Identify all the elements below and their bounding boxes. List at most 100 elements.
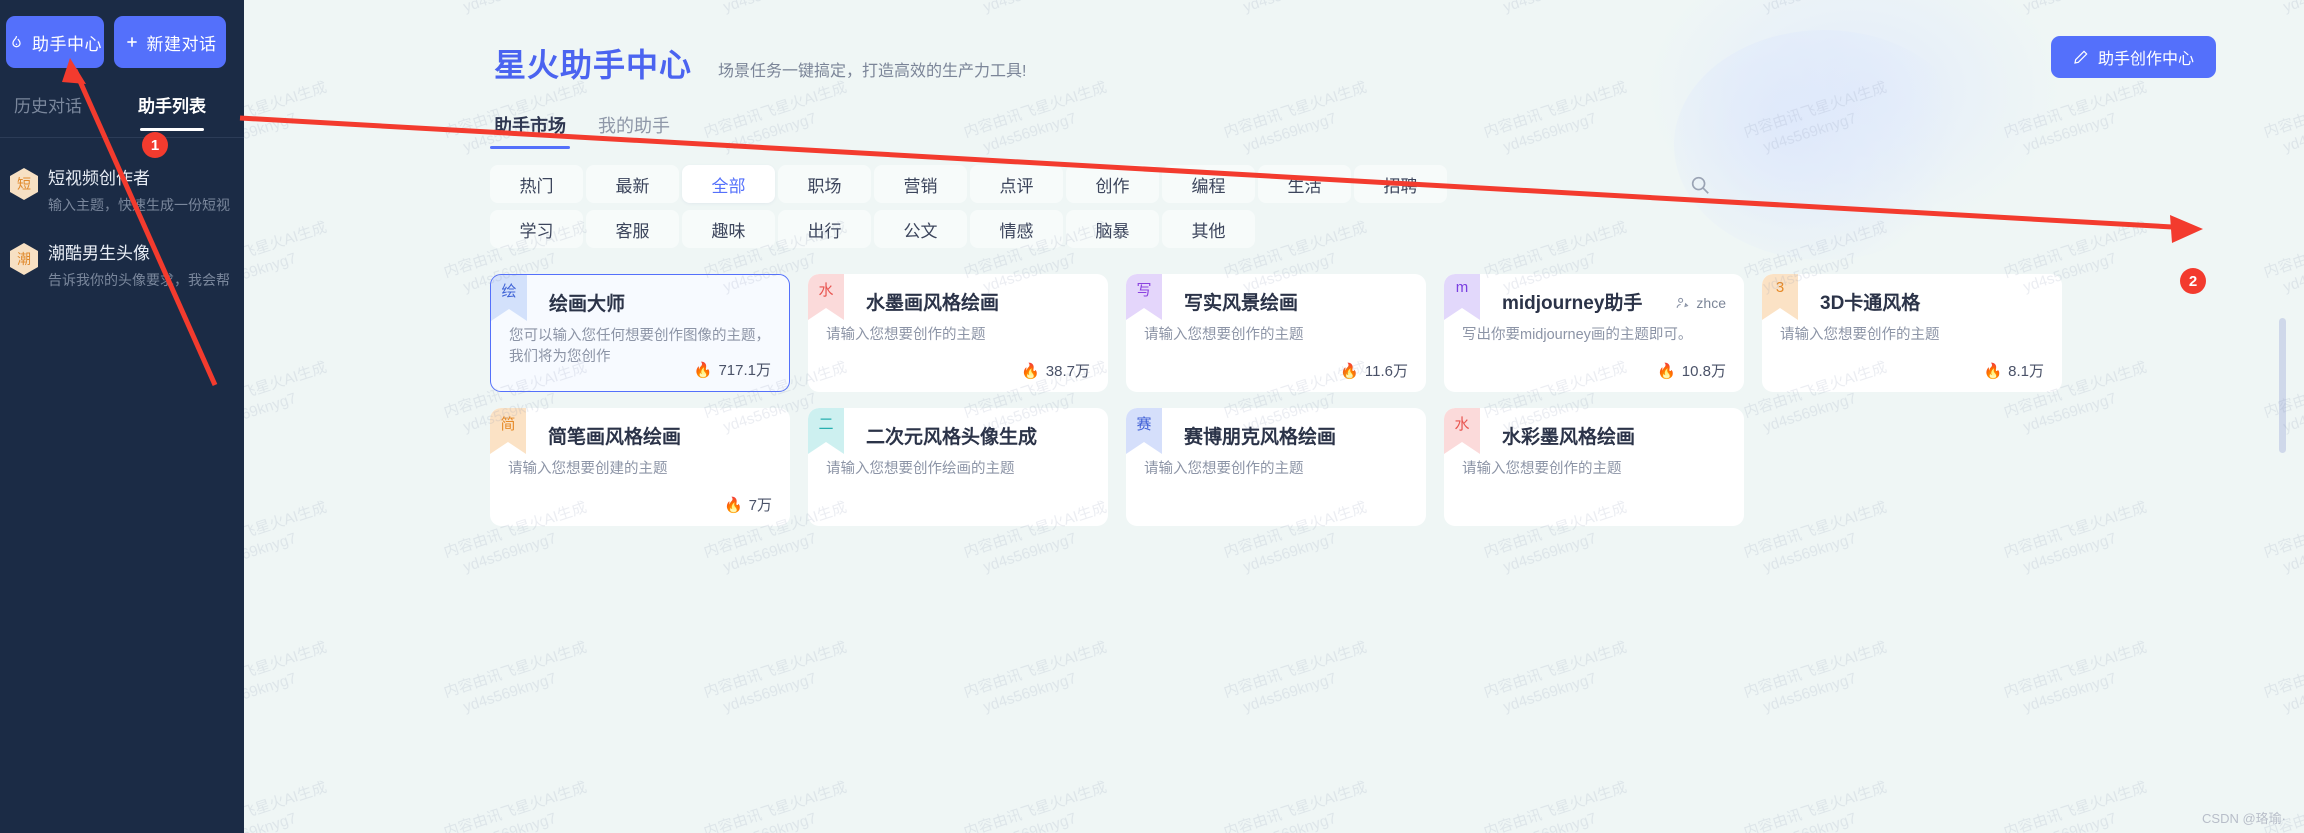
user-edit-icon (1677, 297, 1689, 308)
assistant-card[interactable]: 二 二次元风格头像生成 请输入您想要创作绘画的主题 (808, 408, 1108, 526)
assistant-card-grid: 绘绘画大师 您可以输入您任何想要创作图像的主题，我们将为您创作 🔥 717.1万水水墨… (490, 274, 2210, 526)
sidebar-item-text: 短视频创作者 输入主题，快速生成一份短视频脚本 (48, 164, 230, 215)
sidebar-item-desc: 输入主题，快速生成一份短视频脚本 (48, 197, 230, 213)
page-header: 星火助手中心 场景任务一键搞定，打造高效的生产力工具! 助手创作中心 (244, 0, 2304, 86)
watermark: 内容由讯飞星火AI生成yd4s569knyg7 (2261, 218, 2304, 296)
watermark: 内容由讯飞星火AI生成yd4s569knyg7 (1741, 638, 1889, 716)
card-hot-count: 🔥 7万 (724, 494, 772, 515)
watermark: 内容由讯飞星火AI生成yd4s569knyg7 (244, 778, 329, 833)
watermark: 内容由讯飞星火AI生成yd4s569knyg7 (441, 638, 589, 716)
assistant-card[interactable]: 赛 赛博朋克风格绘画 请输入您想要创作的主题 (1126, 408, 1426, 526)
category-chip-6[interactable]: 点评 (970, 165, 1063, 203)
category-chip-8[interactable]: 其他 (1162, 210, 1255, 248)
category-chip-3[interactable]: 全部 (682, 165, 775, 203)
category-chip-2[interactable]: 客服 (586, 210, 679, 248)
annotation-badge-1: 1 (142, 132, 168, 158)
sidebar-tab-history[interactable]: 历史对话 (14, 92, 82, 131)
assistant-creation-center-button[interactable]: 助手创作中心 (2050, 36, 2216, 78)
create-button-label: 助手创作中心 (2097, 51, 2194, 68)
card-hot-value: 7万 (748, 497, 772, 514)
category-chip-8[interactable]: 编程 (1162, 165, 1255, 203)
watermark: 内容由讯飞星火AI生成yd4s569knyg7 (244, 638, 329, 716)
card-badge-icon: m (1444, 274, 1480, 320)
card-badge-icon: 赛 (1126, 408, 1162, 454)
sidebar-list-item[interactable]: 短 短视频创作者 输入主题，快速生成一份短视频脚本 (0, 152, 244, 227)
card-hot-count: 🔥 8.1万 (1983, 360, 2044, 381)
category-chip-5[interactable]: 营销 (874, 165, 967, 203)
assistant-card[interactable]: 绘绘画大师 您可以输入您任何想要创作图像的主题，我们将为您创作 🔥 717.1万 (490, 274, 790, 392)
category-chip-4[interactable]: 出行 (778, 210, 871, 248)
app-root: 助手中心 新建对话 历史对话 助手列表 短 短视频创作者 输入主题，快速生成一份… (0, 0, 2304, 833)
category-chip-1[interactable]: 学习 (490, 210, 583, 248)
card-hot-value: 717.1万 (718, 362, 771, 379)
watermark: 内容由讯飞星火AI生成yd4s569knyg7 (2261, 638, 2304, 716)
category-chip-10[interactable]: 招聘 (1354, 165, 1447, 203)
watermark: 内容由讯飞星火AI生成yd4s569knyg7 (2001, 638, 2149, 716)
sidebar-item-title: 潮酷男生头像 (48, 244, 150, 263)
card-hot-count: 🔥 717.1万 (694, 359, 771, 380)
market-tabs: 助手市场 我的助手 (490, 112, 2304, 149)
flame-icon: 🔥 (1657, 362, 1676, 380)
watermark: 内容由讯飞星火AI生成yd4s569knyg7 (244, 78, 329, 156)
category-chip-5[interactable]: 公文 (874, 210, 967, 248)
flame-icon (8, 34, 25, 51)
assistant-center-label: 助手中心 (32, 34, 102, 54)
sidebar-tabs: 历史对话 助手列表 (0, 68, 244, 131)
assistant-card[interactable]: 水 水彩墨风格绘画 请输入您想要创作的主题 (1444, 408, 1744, 526)
assistant-card[interactable]: 写 写实风景绘画 请输入您想要创作的主题 🔥 11.6万 (1126, 274, 1426, 392)
pencil-icon (2073, 49, 2089, 65)
category-chip-7[interactable]: 创作 (1066, 165, 1159, 203)
watermark: 内容由讯飞星火AI生成yd4s569knyg7 (1221, 638, 1369, 716)
tab-assistant-market[interactable]: 助手市场 (490, 112, 570, 149)
assistant-card[interactable]: 3 3D卡通风格 请输入您想要创作的主题 🔥 8.1万 (1762, 274, 2062, 392)
watermark: 内容由讯飞星火AI生成yd4s569knyg7 (441, 778, 589, 833)
sidebar-list-item[interactable]: 潮 潮酷男生头像 告诉我你的头像要求，我会帮你画一 (0, 227, 244, 302)
vertical-scrollbar[interactable] (2279, 318, 2286, 453)
assistant-card[interactable]: 简 简笔画风格绘画 请输入您想要创建的主题 🔥 7万 (490, 408, 790, 526)
card-title: 水彩墨风格绘画 (1502, 427, 1636, 448)
card-title: 简笔画风格绘画 (548, 427, 682, 448)
card-description: 请输入您想要创作的主题 (826, 327, 986, 343)
category-chip-4[interactable]: 职场 (778, 165, 871, 203)
card-description: 请输入您想要创建的主题 (508, 461, 668, 477)
card-hot-value: 10.8万 (1681, 363, 1726, 380)
assistant-card[interactable]: m midjourney助手 zhce 写出你要midjourney画的主题即可。 🔥 1… (1444, 274, 1744, 392)
sidebar-item-desc: 告诉我你的头像要求，我会帮你画一 (48, 272, 230, 288)
flame-icon: 🔥 (1983, 362, 2003, 380)
card-hot-count: 🔥 10.8万 (1657, 360, 1726, 381)
tab-my-assistants[interactable]: 我的助手 (598, 112, 670, 149)
category-chip-9[interactable]: 生活 (1258, 165, 1351, 203)
watermark: 内容由讯飞星火AI生成yd4s569knyg7 (244, 358, 329, 436)
watermark: 内容由讯飞星火AI生成yd4s569knyg7 (961, 778, 1109, 833)
sidebar-tab-assistant-list[interactable]: 助手列表 (138, 92, 206, 131)
main-content: 星火助手中心 场景任务一键搞定，打造高效的生产力工具! 助手创作中心 助手市场 … (244, 0, 2304, 833)
plus-icon (124, 34, 140, 50)
category-row-1: 热门 最新 全部 职场 营销 点评 创作 编程 生活 招聘 (490, 165, 2190, 203)
card-badge-icon: 水 (1444, 408, 1480, 454)
category-chip-3[interactable]: 趣味 (682, 210, 775, 248)
card-title: 水墨画风格绘画 (866, 293, 1000, 314)
assistant-center-button[interactable]: 助手中心 (6, 16, 104, 68)
watermark: 内容由讯飞星火AI生成yd4s569knyg7 (701, 638, 849, 716)
category-chip-6[interactable]: 情感 (970, 210, 1063, 248)
new-chat-button[interactable]: 新建对话 (114, 16, 226, 68)
search-button[interactable] (1680, 166, 1720, 204)
sidebar-item-title: 短视频创作者 (48, 169, 150, 188)
search-icon (1691, 176, 1709, 194)
page-subtitle: 场景任务一键搞定，打造高效的生产力工具! (718, 63, 1027, 80)
category-chip-7[interactable]: 脑暴 (1066, 210, 1159, 248)
card-description: 请输入您想要创作的主题 (1144, 327, 1304, 343)
category-chip-1[interactable]: 热门 (490, 165, 583, 203)
watermark: 内容由讯飞星火AI生成yd4s569knyg7 (244, 218, 329, 296)
assistant-card[interactable]: 水 水墨画风格绘画 请输入您想要创作的主题 🔥 38.7万 (808, 274, 1108, 392)
sidebar-top-buttons: 助手中心 新建对话 (0, 0, 244, 68)
watermark: 内容由讯飞星火AI生成yd4s569knyg7 (1221, 778, 1369, 833)
card-badge-icon: 3 (1762, 274, 1798, 320)
category-chip-2[interactable]: 最新 (586, 165, 679, 203)
watermark: 内容由讯飞星火AI生成yd4s569knyg7 (701, 778, 849, 833)
watermark: 内容由讯飞星火AI生成yd4s569knyg7 (1481, 778, 1629, 833)
card-badge-icon: 水 (808, 274, 844, 320)
new-chat-label: 新建对话 (146, 34, 217, 54)
card-title: 绘画大师 (549, 294, 626, 315)
assistant-badge-icon: 短 (10, 168, 38, 200)
